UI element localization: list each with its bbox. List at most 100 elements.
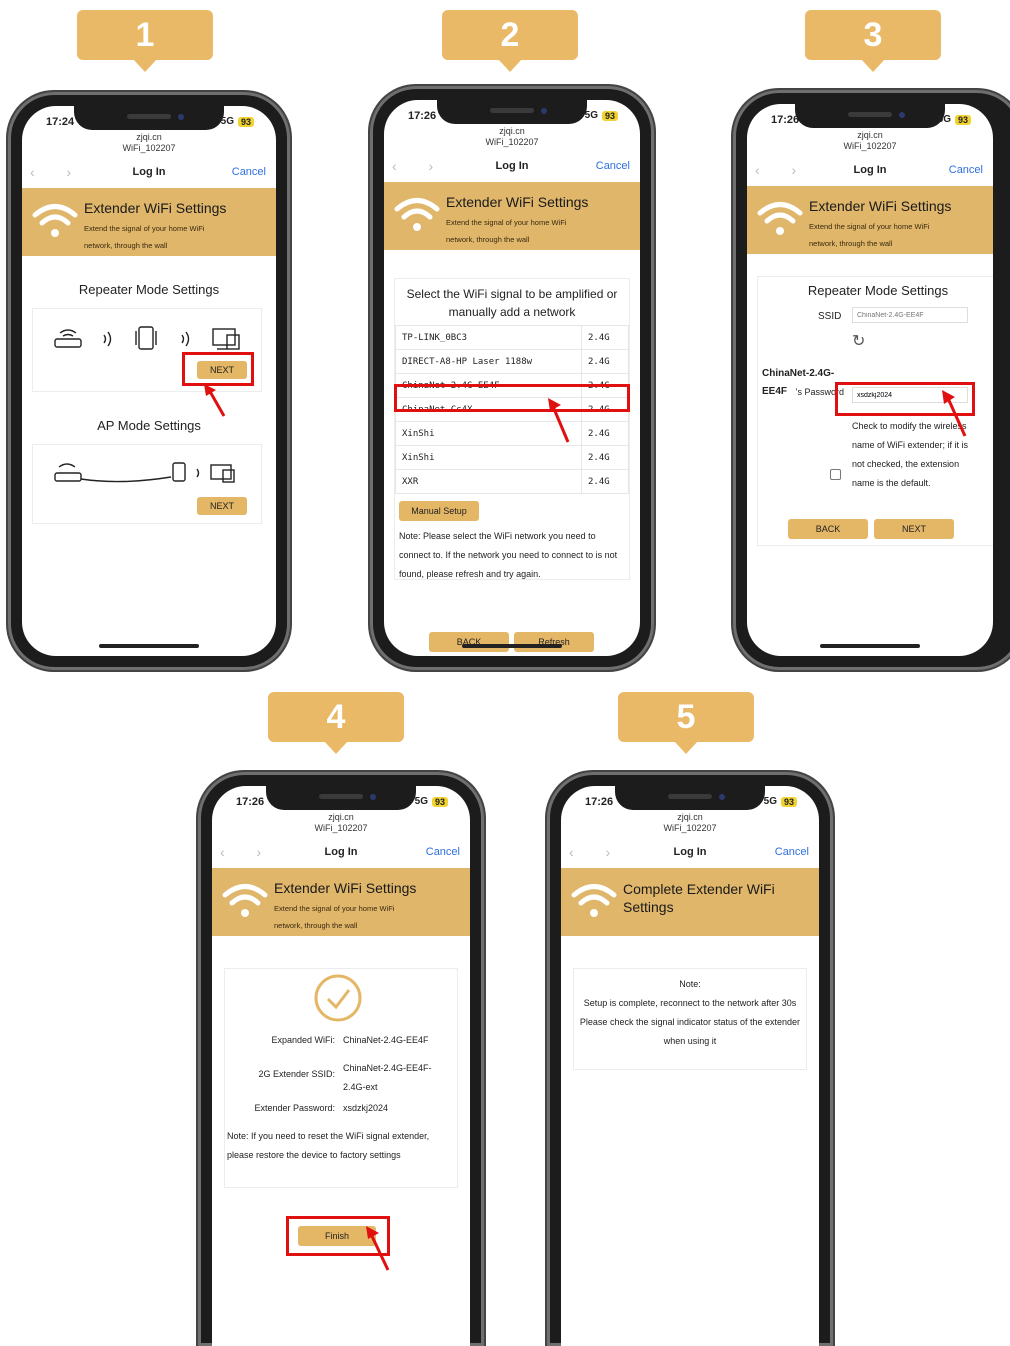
next-button[interactable]: NEXT	[874, 519, 954, 539]
note-line-2: Please check the signal indicator status…	[579, 1017, 801, 1046]
page-header: Extender WiFi Settings Extend the signal…	[22, 188, 276, 256]
back-button[interactable]: BACK	[788, 519, 868, 539]
screen: 17:26 5G 93 zjqi.cn WiFi_102207 ‹ › Log I…	[384, 100, 640, 656]
network-name: WiFi_102207	[485, 137, 539, 147]
manual-setup-button[interactable]: Manual Setup	[399, 501, 479, 521]
phone-step-4: 17:26 5G 93 zjqi.cn WiFi_102207 ‹ › Log I…	[198, 772, 484, 1346]
signal-label: 5G	[763, 796, 777, 807]
network-name: WiFi_102207	[843, 141, 897, 151]
battery-icon: 93	[237, 116, 254, 127]
home-indicator	[462, 644, 562, 648]
checkmark-icon	[314, 974, 362, 1022]
screen: 17:24 5G 93 zjqi.cn WiFi_102207 ‹ › Log I…	[22, 106, 276, 656]
step-badge-5: 5	[618, 692, 754, 754]
expanded-wifi-label: Expanded WiFi:	[271, 1035, 335, 1045]
url-bar[interactable]: zjqi.cn WiFi_102207	[561, 812, 819, 834]
status-bar: 17:26 5G 93	[384, 108, 640, 126]
settings-title: Repeater Mode Settings	[807, 283, 949, 298]
cancel-button[interactable]: Cancel	[426, 846, 460, 858]
signal-label: 5G	[584, 110, 598, 121]
url-bar[interactable]: zjqi.cn WiFi_102207	[384, 126, 640, 148]
header-subtitle: Extend the signal of your home WiFi netw…	[809, 222, 930, 248]
network-row[interactable]: XXR 2.4G	[395, 469, 629, 494]
network-row[interactable]: XinShi 2.4G	[395, 445, 629, 470]
page-body: Expanded WiFi: ChinaNet-2.4G-EE4F 2G Ext…	[212, 936, 470, 1346]
back-button[interactable]: BACK	[429, 632, 509, 652]
nav-bar: ‹ › Log In Cancel	[561, 842, 819, 864]
phone-step-2: 17:26 5G 93 zjqi.cn WiFi_102207 ‹ › Log I…	[370, 86, 654, 670]
status-bar: 17:26 5G 93	[747, 112, 993, 130]
wifi-icon	[394, 198, 440, 231]
network-name: TP-LINK_0BC3	[395, 325, 582, 350]
wifi-icon	[571, 884, 617, 917]
network-band: 2.4G	[581, 469, 629, 494]
home-indicator	[820, 644, 920, 648]
page-header: Extender WiFi Settings Extend the signal…	[747, 186, 993, 254]
step-badge-3: 3	[805, 10, 941, 72]
arrow-icon	[366, 1226, 390, 1271]
clock: 17:24	[46, 116, 75, 128]
nav-bar: ‹ › Log In Cancel	[22, 162, 276, 184]
battery-icon: 93	[954, 114, 971, 125]
wifi-icon	[32, 204, 78, 237]
cancel-button[interactable]: Cancel	[596, 160, 630, 172]
ap-diagram-icon	[54, 462, 235, 483]
highlight-box	[182, 352, 254, 386]
url-bar[interactable]: zjqi.cn WiFi_102207	[747, 130, 993, 152]
url-bar[interactable]: zjqi.cn WiFi_102207	[22, 132, 276, 154]
refresh-icon[interactable]: ↻	[852, 331, 865, 351]
screen: 17:26 5G 93 zjqi.cn WiFi_102207 ‹ › Log I…	[212, 786, 470, 1346]
network-name: XXR	[395, 469, 582, 494]
clock: 17:26	[236, 796, 265, 808]
phone-step-3: 17:26 5G 93 zjqi.cn WiFi_102207 ‹ › Log I…	[733, 90, 1010, 670]
ap-mode-title: AP Mode Settings	[97, 418, 201, 433]
modify-name-checkbox[interactable]	[830, 469, 841, 480]
cancel-button[interactable]: Cancel	[232, 166, 266, 178]
refresh-button[interactable]: Refresh	[514, 632, 594, 652]
network-list-card: Select the WiFi signal to be amplified o…	[394, 278, 630, 580]
battery-icon: 93	[601, 110, 618, 121]
url-text: zjqi.cn	[499, 126, 525, 136]
cancel-button[interactable]: Cancel	[949, 164, 983, 176]
network-name: WiFi_102207	[663, 823, 717, 833]
clock: 17:26	[771, 114, 800, 126]
network-name: XinShi	[395, 445, 582, 470]
arrow-icon	[942, 390, 967, 437]
highlight-box	[394, 384, 630, 412]
note-title: Note:	[679, 979, 701, 989]
network-band: 2.4G	[581, 445, 629, 470]
url-bar[interactable]: zjqi.cn WiFi_102207	[212, 812, 470, 834]
reset-note: Note: If you need to reset the WiFi sign…	[227, 1131, 430, 1160]
url-text: zjqi.cn	[857, 130, 883, 140]
header-title: Extender WiFi Settings	[446, 194, 589, 210]
clock: 17:26	[585, 796, 614, 808]
ap-next-button[interactable]: NEXT	[197, 497, 247, 515]
ap-mode-card[interactable]: NEXT	[32, 444, 262, 524]
status-bar: 17:26 5G 93	[561, 794, 819, 812]
extender-password-value: xsdzkj2024	[343, 1103, 389, 1113]
page-body: Note: Setup is complete, reconnect to th…	[561, 936, 819, 1346]
network-row[interactable]: TP-LINK_0BC3 2.4G	[395, 325, 629, 350]
url-text: zjqi.cn	[328, 812, 354, 822]
signal-label: 5G	[414, 796, 428, 807]
url-text: zjqi.cn	[136, 132, 162, 142]
step-badge-2: 2	[442, 10, 578, 72]
network-name: DIRECT-A8-HP Laser 1188w	[395, 349, 582, 374]
wifi-icon	[757, 202, 803, 235]
complete-note-card: Note: Setup is complete, reconnect to th…	[573, 968, 807, 1070]
wifi-icon	[222, 884, 268, 917]
status-bar: 17:24 5G 93	[22, 114, 276, 132]
repeater-diagram-icon	[54, 326, 240, 350]
signal-label: 5G	[937, 114, 951, 125]
page-header: Extender WiFi Settings Extend the signal…	[384, 182, 640, 250]
page-header: Extender WiFi Settings Extend the signal…	[212, 868, 470, 936]
network-row[interactable]: XinShi 2.4G	[395, 421, 629, 446]
screen: 17:26 5G 93 zjqi.cn WiFi_102207 ‹ › Log I…	[747, 104, 993, 656]
network-row[interactable]: DIRECT-A8-HP Laser 1188w 2.4G	[395, 349, 629, 374]
ssid-input[interactable]	[852, 307, 968, 323]
battery-icon: 93	[431, 796, 448, 807]
page-body: Repeater Mode Settings SSID ↻ ChinaNet-2…	[747, 254, 993, 656]
cancel-button[interactable]: Cancel	[775, 846, 809, 858]
nav-bar: ‹ › Log In Cancel	[747, 160, 993, 182]
clock: 17:26	[408, 110, 437, 122]
